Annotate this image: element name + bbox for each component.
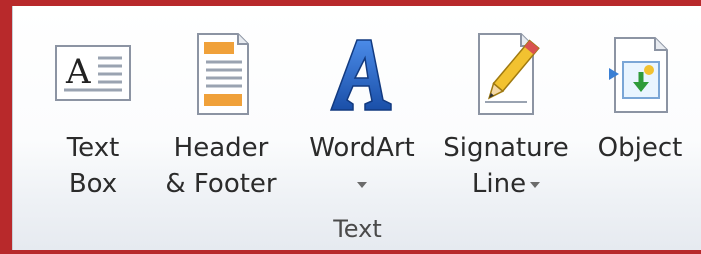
wordart-dropdown-line [293,166,431,202]
wordart-label: WordArt [293,130,431,202]
text-box-label: Text Box [35,130,151,202]
object-label: Object [583,130,697,166]
wordart-button[interactable]: WordArt [293,6,431,216]
chevron-down-icon[interactable] [357,181,367,188]
signature-line-icon [461,28,551,118]
svg-text:A: A [65,52,91,92]
signature-line-button[interactable]: Signature Line [433,6,579,216]
header-footer-label: Header & Footer [153,130,289,202]
wordart-icon [317,28,407,118]
header-footer-label-line2: & Footer [165,169,277,199]
wordart-label-line1: WordArt [309,133,415,163]
header-footer-label-line1: Header [173,133,269,163]
header-footer-icon [176,28,266,118]
ribbon-group-text: A Text Box Header & Footer WordArt Signa… [12,6,701,250]
header-footer-button[interactable]: Header & Footer [153,6,289,216]
signature-line-label: Signature Line [433,130,579,202]
text-box-button[interactable]: A Text Box [35,6,151,216]
signature-line-label-line2-row: Line [433,166,579,202]
text-box-label-line1: Text [66,133,120,163]
object-icon [595,28,685,118]
signature-line-label-line2: Line [471,169,527,199]
signature-line-label-line1: Signature [443,133,569,163]
object-button[interactable]: Object [583,6,697,216]
text-box-icon: A [48,28,138,118]
text-box-label-line2: Box [68,169,118,199]
group-label-text: Text [333,215,382,243]
chevron-down-icon[interactable] [530,181,541,188]
object-label-line1: Object [597,133,683,163]
